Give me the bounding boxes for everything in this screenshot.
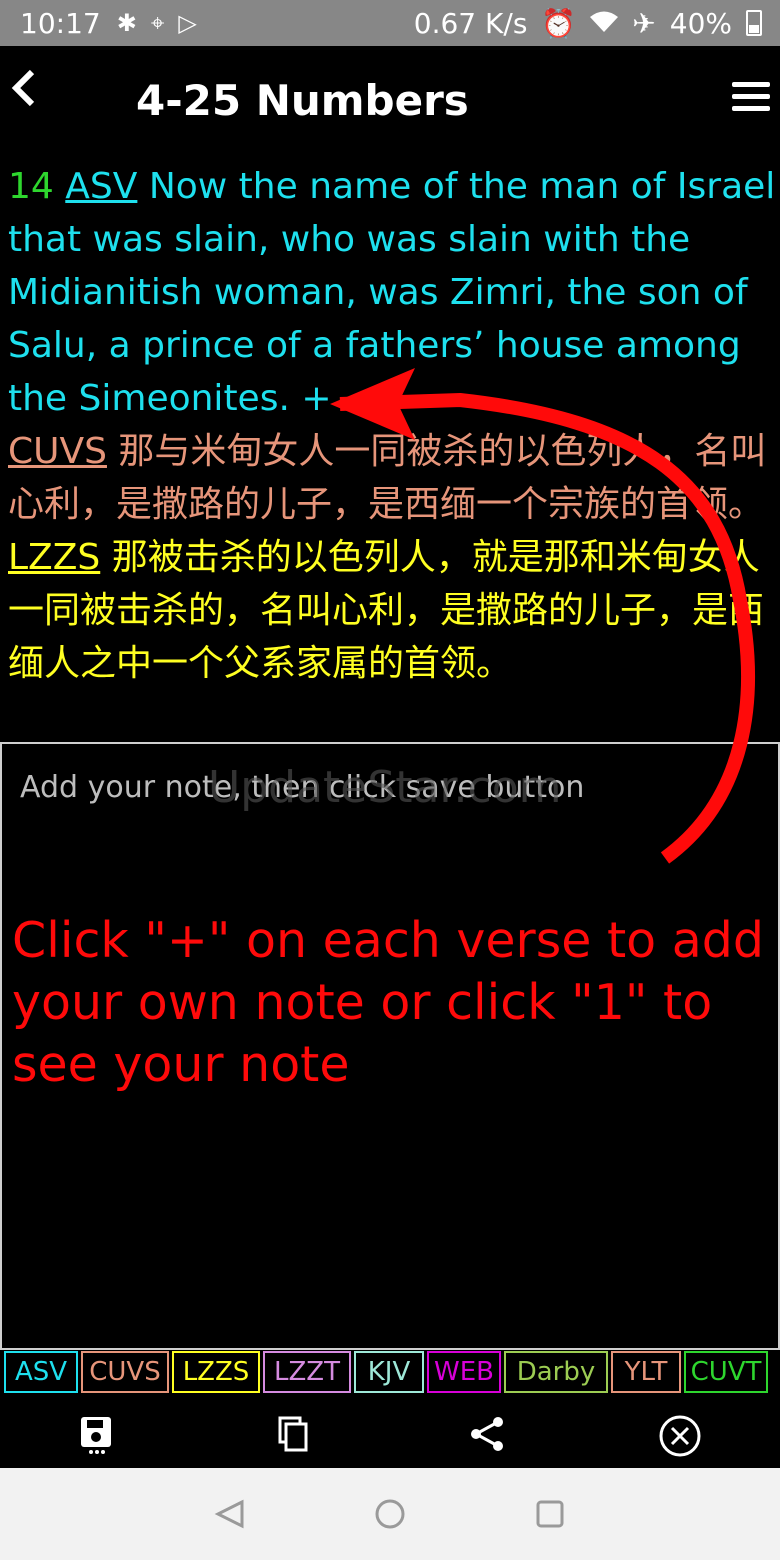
airplane-icon: ✈ [632, 6, 656, 40]
close-icon [659, 1415, 701, 1457]
system-nav-bar [0, 1468, 780, 1560]
asv-version-link[interactable]: ASV [65, 166, 137, 207]
page-title: 4-25 Numbers [136, 76, 469, 125]
notification-icon: ✱ [116, 9, 137, 37]
share-icon [471, 1417, 503, 1451]
hamburger-icon [732, 82, 770, 87]
version-tabs: ASV CUVS LZZS LZZT KJV WEB Darby YLT CUV… [4, 1351, 771, 1397]
verse-content: 14 ASV Now the name of the man of Israel… [8, 160, 778, 726]
recents-square-icon [536, 1500, 564, 1528]
tab-darby[interactable]: Darby [504, 1351, 608, 1393]
maps-icon: ⌖ [150, 9, 165, 37]
verse-number[interactable]: 14 [8, 166, 54, 207]
tab-ylt[interactable]: YLT [611, 1351, 681, 1393]
home-circle-icon [375, 1499, 405, 1529]
bottom-toolbar [0, 1400, 780, 1468]
share-button[interactable] [468, 1414, 508, 1454]
watermark-text: UpdateStar.com [208, 762, 562, 813]
battery-icon [746, 10, 762, 36]
lzzs-version-link[interactable]: LZZS [8, 537, 100, 578]
tab-cuvs[interactable]: CUVS [81, 1351, 169, 1393]
tab-lzzs[interactable]: LZZS [172, 1351, 260, 1393]
back-triangle-icon [214, 1499, 244, 1529]
nav-home-button[interactable] [374, 1498, 406, 1534]
tab-asv[interactable]: ASV [4, 1351, 78, 1393]
tab-cuvt[interactable]: CUVT [684, 1351, 768, 1393]
save-icon [81, 1417, 111, 1454]
save-button[interactable] [78, 1414, 118, 1454]
annotation-text: Click "+" on each verse to add your own … [12, 912, 764, 1093]
close-button[interactable] [658, 1414, 701, 1457]
battery-percent: 40% [669, 6, 732, 40]
network-speed: 0.67 K/s [413, 6, 528, 40]
chevron-left-icon [11, 69, 35, 107]
tab-lzzt[interactable]: LZZT [263, 1351, 351, 1393]
copy-icon [278, 1416, 308, 1452]
back-button[interactable] [10, 66, 38, 116]
nav-recents-button[interactable] [534, 1498, 566, 1534]
status-time: 10:17 [20, 6, 101, 40]
alarm-icon: ⏰ [541, 6, 577, 40]
app-bar: 4-25 Numbers [0, 46, 780, 156]
cuvs-version-link[interactable]: CUVS [8, 431, 107, 472]
cuvs-verse-text: 那与米甸女人一同被杀的以色列人，名叫心利，是撒路的儿子，是西缅一个宗族的首领。 [8, 431, 767, 525]
play-icon: ▷ [178, 9, 197, 37]
tab-web[interactable]: WEB [427, 1351, 501, 1393]
lzzs-verse-text: 那被击杀的以色列人，就是那和米甸女人一同被击杀的，名叫心利，是撒路的儿子，是西缅… [8, 537, 765, 684]
copy-button[interactable] [274, 1414, 314, 1454]
nav-back-button[interactable] [214, 1498, 246, 1534]
wifi-icon [590, 7, 619, 40]
add-note-button[interactable]: + [301, 378, 331, 419]
menu-button[interactable] [732, 82, 770, 118]
status-bar: 10:17 ✱ ⌖ ▷ 0.67 K/s ⏰ ✈ 40% [0, 0, 780, 46]
tab-kjv[interactable]: KJV [354, 1351, 424, 1393]
